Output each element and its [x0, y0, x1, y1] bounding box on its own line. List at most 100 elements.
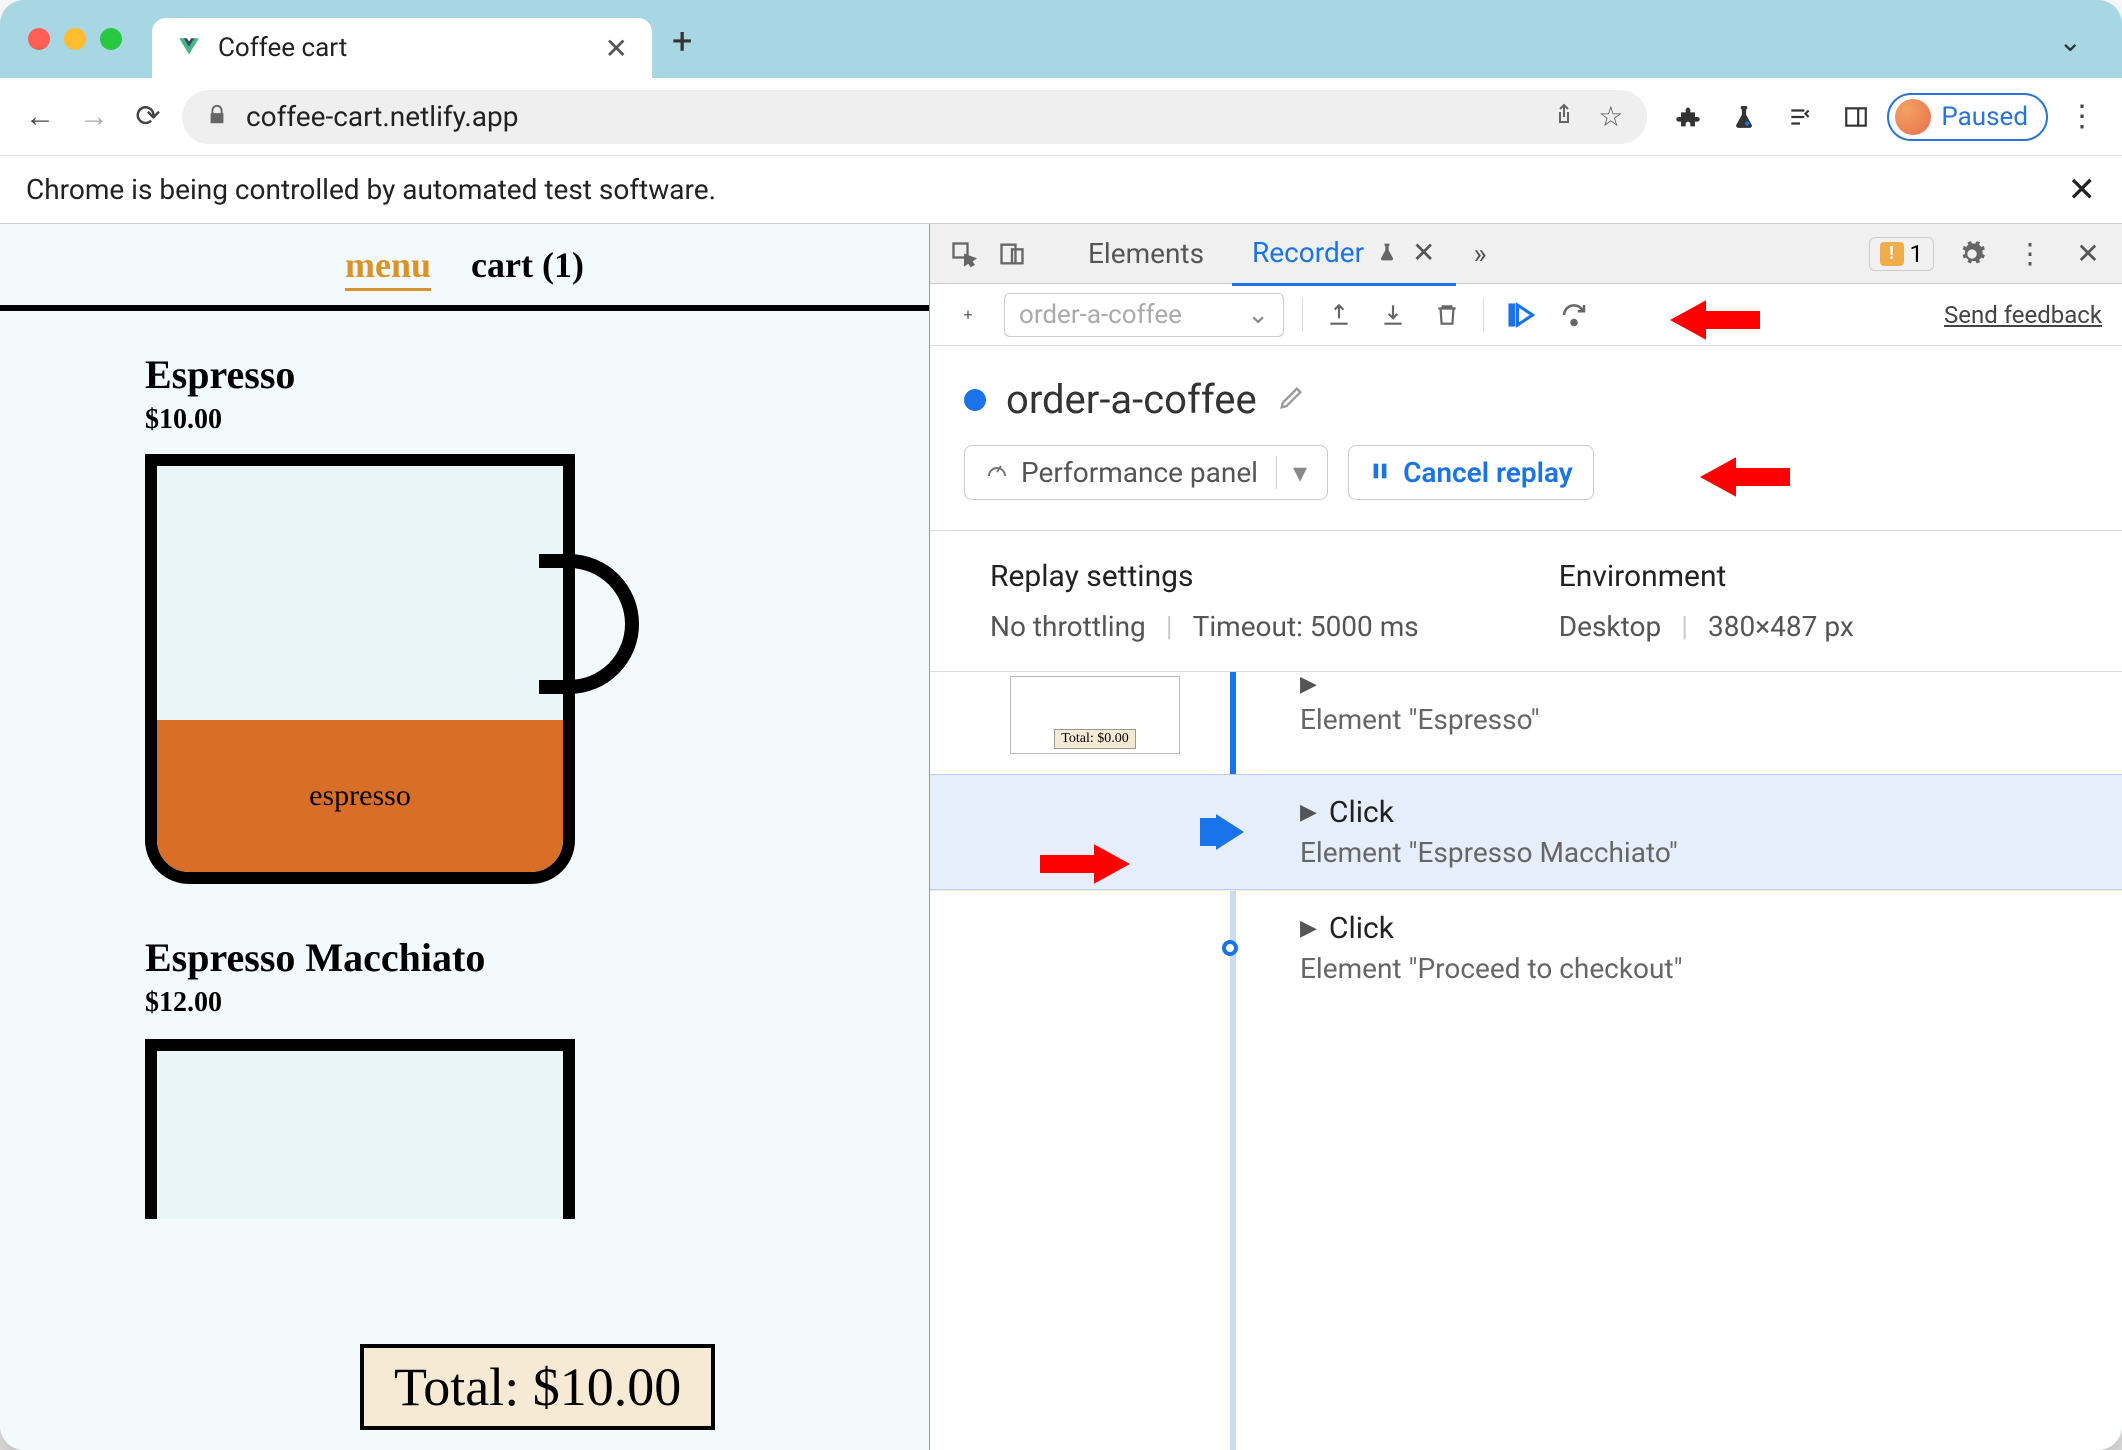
recording-actions: Performance panel ▾ Cancel replay: [930, 445, 2122, 530]
settings-icon[interactable]: [1952, 234, 1992, 274]
product-price: $12.00: [145, 987, 929, 1019]
content-area: menu cart (1) Espresso $10.00 espresso E…: [0, 224, 2122, 1450]
kebab-menu-icon[interactable]: ⋮: [2010, 234, 2050, 274]
mug-fill-label: espresso: [309, 779, 411, 813]
browser-window: Coffee cart ✕ + ⌄ ← → ⟳ coffee-cart.netl…: [0, 0, 2122, 1450]
devtools-tabbar: Elements Recorder ✕ » ! 1 ⋮ ✕: [930, 224, 2122, 284]
caret-right-icon: ▶: [1300, 916, 1317, 941]
minimize-window-button[interactable]: [64, 28, 86, 50]
new-recording-button[interactable]: +: [950, 297, 986, 333]
back-button[interactable]: ←: [20, 97, 60, 137]
tabs-dropdown-button[interactable]: ⌄: [2059, 25, 2082, 58]
pause-icon: [1369, 456, 1391, 489]
env-device: Desktop: [1559, 610, 1661, 643]
cancel-replay-button[interactable]: Cancel replay: [1348, 445, 1594, 500]
step-thumbnail: Total: $0.00: [1010, 676, 1180, 754]
product-title: Espresso Macchiato: [145, 934, 929, 981]
recorder-toolbar: + order-a-coffee ⌄ Send feedback: [930, 284, 2122, 346]
close-tab-button[interactable]: ✕: [605, 32, 628, 65]
step-over-icon[interactable]: [1556, 297, 1592, 333]
mug-icon[interactable]: [145, 1039, 575, 1219]
step-row[interactable]: ▶ Click Element "Proceed to checkout": [930, 890, 2122, 1005]
tab-elements[interactable]: Elements: [1068, 224, 1224, 284]
product-espresso: Espresso $10.00 espresso: [0, 311, 929, 884]
recording-header: order-a-coffee: [930, 346, 2122, 445]
chevron-down-icon: ⌄: [1247, 300, 1269, 330]
nav-menu-link[interactable]: menu: [345, 244, 431, 291]
environment-group: Environment Desktop | 380×487 px: [1559, 559, 1854, 643]
environment-title: Environment: [1559, 559, 1854, 594]
devtools: Elements Recorder ✕ » ! 1 ⋮ ✕: [930, 224, 2122, 1450]
titlebar: Coffee cart ✕ + ⌄: [0, 0, 2122, 78]
recording-selector[interactable]: order-a-coffee ⌄: [1004, 293, 1284, 337]
product-macchiato: Espresso Macchiato $12.00: [0, 884, 929, 1219]
current-step-marker-icon: [1216, 814, 1244, 850]
share-icon[interactable]: [1552, 100, 1576, 133]
profile-badge[interactable]: Paused: [1887, 93, 2048, 141]
caret-right-icon: ▶: [1300, 672, 1317, 697]
annotation-arrow-icon: [1700, 449, 1790, 505]
close-devtools-button[interactable]: ✕: [2068, 234, 2108, 274]
lock-icon: [206, 100, 228, 133]
page-nav: menu cart (1): [0, 224, 929, 311]
mug-icon[interactable]: espresso: [145, 454, 585, 884]
vue-favicon-icon: [176, 35, 202, 61]
gauge-icon: [985, 456, 1009, 489]
import-icon[interactable]: [1375, 297, 1411, 333]
inspect-element-icon[interactable]: [944, 234, 984, 274]
timeout-value[interactable]: Timeout: 5000 ms: [1193, 610, 1419, 643]
flask-icon[interactable]: [1727, 100, 1761, 134]
annotation-arrow-icon: [1670, 292, 1760, 348]
more-tabs-button[interactable]: »: [1464, 237, 1497, 270]
extension-icons: [1671, 100, 1873, 134]
reading-list-icon[interactable]: [1783, 100, 1817, 134]
send-feedback-link[interactable]: Send feedback: [1944, 301, 2102, 329]
delete-icon[interactable]: [1429, 297, 1465, 333]
caret-right-icon: ▶: [1300, 800, 1317, 825]
banner-close-button[interactable]: ✕: [2068, 170, 2097, 210]
throttling-value[interactable]: No throttling: [990, 610, 1146, 643]
close-panel-button[interactable]: ✕: [1412, 236, 1435, 269]
browser-tab[interactable]: Coffee cart ✕: [152, 18, 652, 78]
edit-name-button[interactable]: [1277, 384, 1305, 416]
page-content: menu cart (1) Espresso $10.00 espresso E…: [0, 224, 930, 1450]
record-status-icon: [964, 389, 986, 411]
total-badge[interactable]: Total: $10.00: [360, 1344, 715, 1430]
tab-recorder[interactable]: Recorder ✕: [1232, 224, 1455, 286]
step-action: Click: [1329, 911, 1394, 946]
replay-settings-group: Replay settings No throttling | Timeout:…: [990, 559, 1419, 643]
step-target: Element "Espresso": [1300, 703, 1540, 736]
product-title: Espresso: [145, 351, 929, 398]
extensions-icon[interactable]: [1671, 100, 1705, 134]
step-row[interactable]: Total: $0.00 ▶ Element "Espresso": [930, 672, 2122, 774]
export-icon[interactable]: [1321, 297, 1357, 333]
url-input[interactable]: coffee-cart.netlify.app ☆: [182, 90, 1647, 144]
avatar-icon: [1895, 99, 1931, 135]
automation-banner-text: Chrome is being controlled by automated …: [26, 173, 716, 206]
reload-button[interactable]: ⟳: [128, 97, 168, 137]
warning-count: 1: [1910, 240, 1924, 268]
performance-panel-button[interactable]: Performance panel ▾: [964, 445, 1328, 500]
step-target: Element "Proceed to checkout": [1300, 952, 1683, 985]
env-viewport: 380×487 px: [1708, 610, 1854, 643]
maximize-window-button[interactable]: [100, 28, 122, 50]
profile-status: Paused: [1941, 102, 2028, 132]
replay-settings-title: Replay settings: [990, 559, 1419, 594]
recording-name: order-a-coffee: [1006, 376, 1257, 423]
tab-title: Coffee cart: [218, 33, 589, 63]
recording-selector-value: order-a-coffee: [1019, 300, 1182, 330]
close-window-button[interactable]: [28, 28, 50, 50]
warning-badge[interactable]: ! 1: [1869, 237, 1935, 271]
step-row[interactable]: ▶Click Element "Espresso Macchiato": [930, 774, 2122, 890]
side-panel-icon[interactable]: [1839, 100, 1873, 134]
replay-icon[interactable]: [1502, 297, 1538, 333]
device-toolbar-icon[interactable]: [992, 234, 1032, 274]
step-marker-icon: [1222, 940, 1238, 956]
browser-menu-button[interactable]: ⋮: [2062, 97, 2102, 137]
bookmark-icon[interactable]: ☆: [1598, 100, 1623, 133]
new-tab-button[interactable]: +: [672, 20, 692, 62]
nav-cart-link[interactable]: cart (1): [471, 244, 584, 291]
forward-button[interactable]: →: [74, 97, 114, 137]
annotation-arrow-icon: [1040, 836, 1130, 892]
traffic-lights: [28, 28, 122, 50]
